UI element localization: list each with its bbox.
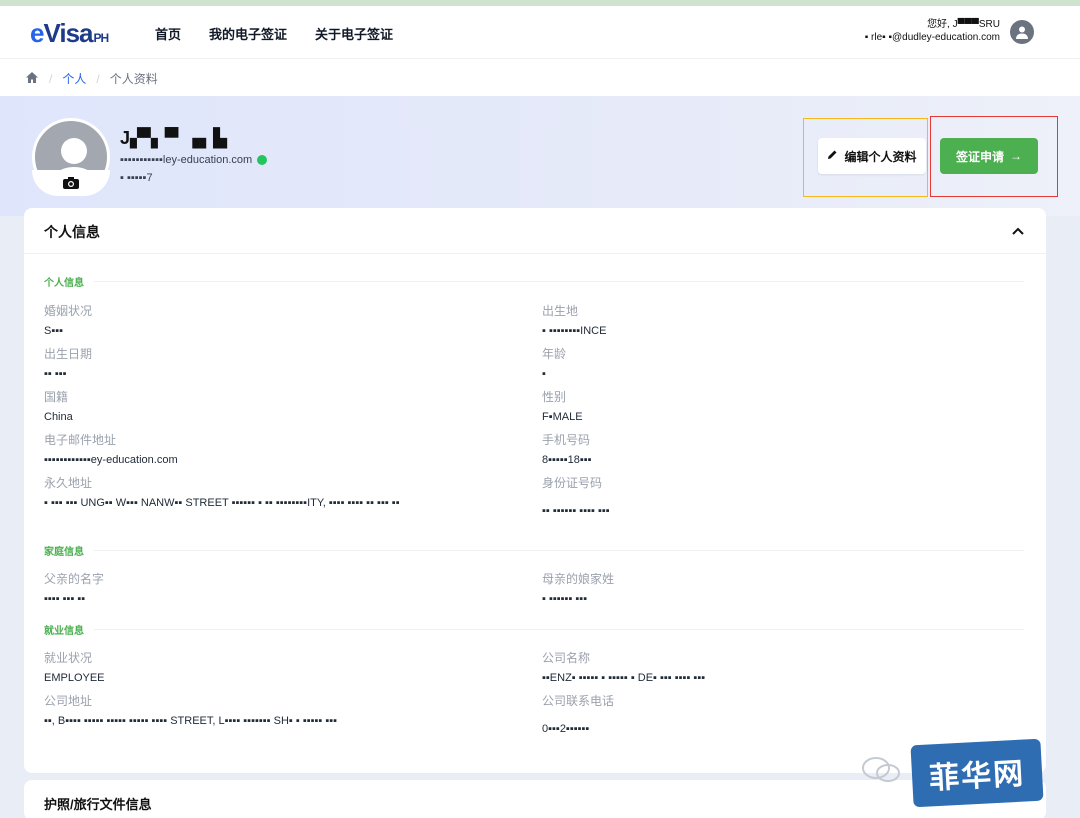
- breadcrumb: / 个人 / 个人资料: [0, 58, 1080, 96]
- evisa-logo[interactable]: e Visa PH: [30, 18, 109, 49]
- top-navbar: e Visa PH 首页 我的电子签证 关于电子签证 您好, J▀▀▀SRU ▪ r…: [0, 6, 1080, 58]
- wechat-watermark-icon: [860, 755, 904, 785]
- field-address: 永久地址 ▪ ▪▪▪ ▪▪▪ UNG▪▪ W▪▪▪ NANW▪▪ STREET ▪…: [44, 476, 400, 509]
- section-personal: 个人信息: [44, 274, 1024, 289]
- field-employment: 就业状况 EMPLOYEE: [44, 651, 105, 684]
- visa-apply-button[interactable]: 签证申请 →: [940, 138, 1038, 174]
- card-title: 个人信息: [44, 224, 100, 240]
- profile-email: ▪▪▪▪▪▪▪▪▪▪▪ley-education.com: [120, 154, 268, 166]
- user-info[interactable]: 您好, J▀▀▀SRU ▪ rle▪ ▪@dudley-education.co…: [865, 18, 1000, 44]
- user-avatar-icon[interactable]: [1010, 20, 1034, 44]
- breadcrumb-profile: 个人资料: [109, 72, 158, 86]
- field-birthplace: 出生地 ▪ ▪▪▪▪▪▪▪▪INCE: [542, 304, 607, 337]
- breadcrumb-separator: /: [49, 71, 53, 86]
- field-company: 公司名称 ▪▪ENZ▪ ▪▪▪▪▪ ▪ ▪▪▪▪▪ ▪ DE▪ ▪▪▪ ▪▪▪▪ …: [542, 651, 706, 684]
- card-header[interactable]: 个人信息: [24, 208, 1046, 254]
- field-father: 父亲的名字 ▪▪▪▪ ▪▪▪ ▪▪: [44, 572, 105, 605]
- profile-id: ▪ ▪▪▪▪▪7: [120, 172, 153, 184]
- user-greeting: 您好, J▀▀▀SRU: [927, 19, 1000, 30]
- breadcrumb-separator: /: [96, 71, 100, 86]
- nav-home[interactable]: 首页: [155, 24, 181, 43]
- pencil-icon: [827, 149, 838, 163]
- nav-about-evisa[interactable]: 关于电子签证: [315, 24, 393, 43]
- section-family: 家庭信息: [44, 543, 1024, 558]
- profile-name: J▞▚▝▘▗▖▙: [120, 128, 227, 148]
- arrow-right-icon: →: [1010, 149, 1022, 163]
- home-icon[interactable]: [25, 71, 39, 87]
- field-phone: 手机号码 8▪▪▪▪▪18▪▪▪: [542, 433, 592, 466]
- card2-title: 护照/旅行文件信息: [44, 797, 152, 812]
- section-employment: 就业信息: [44, 622, 1024, 637]
- field-email: 电子邮件地址 ▪▪▪▪▪▪▪▪▪▪▪▪ey-education.com: [44, 433, 178, 466]
- field-dob: 出生日期 ▪▪ ▪▪▪: [44, 347, 93, 380]
- watermark-logo: 菲华网: [910, 738, 1044, 808]
- field-company-phone: 公司联系电话 0▪▪▪2▪▪▪▪▪▪: [542, 694, 615, 735]
- main-menu: 首页 我的电子签证 关于电子签证: [155, 24, 421, 43]
- field-nationality: 国籍 China: [44, 390, 73, 423]
- personal-info-card: 个人信息 个人信息 婚姻状况 S▪▪▪ 出生地 ▪ ▪▪▪▪▪▪▪▪INCE 出生日…: [24, 208, 1046, 773]
- passport-info-card[interactable]: 护照/旅行文件信息: [24, 780, 1046, 818]
- verified-icon: [257, 155, 268, 165]
- field-id-number: 身份证号码 ▪▪ ▪▪▪▪▪▪ ▪▪▪▪ ▪▪▪: [542, 476, 610, 517]
- field-mother: 母亲的娘家姓 ▪ ▪▪▪▪▪▪ ▪▪▪: [542, 572, 615, 605]
- breadcrumb-personal[interactable]: 个人: [62, 70, 86, 87]
- field-marital: 婚姻状况 S▪▪▪: [44, 304, 93, 337]
- edit-profile-button[interactable]: 编辑个人资料: [818, 138, 926, 174]
- field-age: 年龄 ▪: [542, 347, 567, 380]
- field-gender: 性别 F▪MALE: [542, 390, 583, 423]
- field-company-address: 公司地址 ▪▪, B▪▪▪▪ ▪▪▪▪▪ ▪▪▪▪▪ ▪▪▪▪▪ ▪▪▪▪ STR…: [44, 694, 338, 727]
- chevron-up-icon[interactable]: [1012, 223, 1024, 238]
- nav-my-evisa[interactable]: 我的电子签证: [209, 24, 287, 43]
- user-email: ▪ rle▪ ▪@dudley-education.com: [864, 32, 1000, 43]
